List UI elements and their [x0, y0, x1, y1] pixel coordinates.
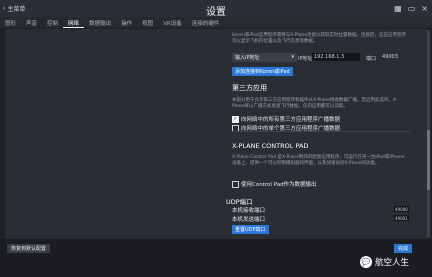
checkbox-checked-icon: ✓ — [232, 115, 239, 123]
chevron-down-icon: ▾ — [291, 54, 294, 60]
tab-graphics[interactable]: 图形 — [0, 17, 21, 28]
section-divider — [232, 131, 410, 132]
ip-mode-select[interactable]: 输入IP地址 ▾ — [232, 53, 297, 62]
tab-bar: 图形 声音 控制 网络 数据输出 操作 视图 VR设备 连接的硬件 — [0, 17, 432, 28]
watermark: 💬 航空人生 — [360, 256, 409, 268]
wechat-icon: 💬 — [360, 256, 372, 268]
scrollbar-thumb[interactable] — [427, 130, 430, 190]
port-label: 端口 — [366, 56, 377, 62]
grid-icon[interactable]: ▦ — [394, 4, 402, 13]
ip-mode-value: 输入IP地址 — [235, 55, 260, 61]
device-description: Koren和iPad应用程序需要与X-Plane连接以获取实时位置数据。连接后，… — [232, 33, 407, 44]
settings-panel — [5, 29, 427, 239]
ip-input[interactable]: 192.168.1.3 — [312, 53, 360, 61]
add-connection-button[interactable]: 添加连接到Koren或iPad — [232, 67, 293, 76]
checkbox-unchecked-icon — [232, 180, 239, 188]
third-party-title: 第三方应用 — [232, 84, 267, 92]
control-pad-description: X-Plane Control Pad 是X-Plane制作的配套应用程序，可运… — [232, 155, 405, 166]
tab-sound[interactable]: 声音 — [21, 17, 42, 28]
udp-recv-label: 本机接收端口 — [232, 208, 266, 214]
tab-operations[interactable]: 操作 — [116, 17, 137, 28]
tab-network[interactable]: 网络 — [63, 17, 85, 28]
page-title: 设置 — [206, 7, 226, 18]
restore-defaults-button[interactable]: 恢复到默认配置 — [7, 244, 51, 253]
close-icon[interactable]: × — [421, 4, 428, 13]
watermark-text: 航空人生 — [375, 258, 410, 268]
udp-recv-input[interactable]: 49000 — [394, 206, 409, 212]
tab-data-output[interactable]: 数据输出 — [84, 17, 116, 28]
scrollbar[interactable] — [427, 30, 430, 238]
control-pad-title: X-PLANE CONTROL PAD — [232, 142, 309, 150]
done-button[interactable]: 完成 — [394, 244, 413, 253]
tab-controls[interactable]: 控制 — [42, 17, 63, 28]
ip-label: IP地址 — [298, 56, 313, 62]
top-right-icons: ▦ ▭ × — [394, 4, 428, 13]
tab-hardware[interactable]: 连接的硬件 — [187, 17, 225, 28]
tab-vr[interactable]: VR设备 — [158, 17, 187, 28]
udp-send-input[interactable]: 49001 — [394, 215, 409, 221]
tab-view[interactable]: 视图 — [137, 17, 158, 28]
port-value[interactable]: 49003 — [382, 54, 398, 60]
monitor-icon[interactable]: ▭ — [408, 4, 416, 13]
udp-send-label: 本机发送端口 — [232, 217, 266, 223]
udp-title: UDP端口 — [226, 198, 253, 206]
third-party-description: 本部分用于允许第三方应用程序和插件从X-Plane接收数据广播。若启用此选项，X… — [232, 98, 398, 109]
broadcast-all-label: 向网络中的所有第三方应用程序广播数据 — [241, 117, 341, 123]
control-pad-checkbox[interactable]: 使用Control Pad作为数据输出 — [232, 180, 317, 188]
control-pad-checkbox-label: 使用Control Pad作为数据输出 — [241, 182, 317, 188]
reset-udp-button[interactable]: 重置UDP端口 — [232, 225, 269, 234]
broadcast-all-checkbox[interactable]: ✓ 向网络中的所有第三方应用程序广播数据 — [232, 115, 340, 123]
